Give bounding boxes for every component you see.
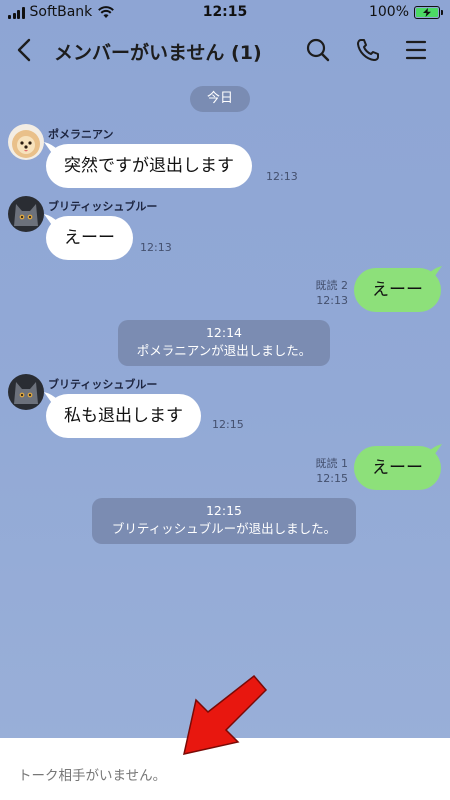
message-time: 12:15 <box>212 418 244 431</box>
avatar-british-blue[interactable] <box>8 374 44 410</box>
status-right: 100% <box>368 4 443 20</box>
annotation-arrow-icon <box>183 674 268 755</box>
system-message-time: 12:15 <box>205 503 243 518</box>
system-message: 12:15 ブリティッシュブルーが退出しました。 <box>92 498 356 544</box>
battery-icon <box>414 5 443 19</box>
cat-avatar-icon <box>8 196 44 232</box>
system-message-time: 12:14 <box>205 325 243 340</box>
phone-icon[interactable] <box>354 36 382 64</box>
message-time: 12:13 <box>140 241 172 254</box>
system-message-text: ポメラニアンが退出しました。 <box>136 343 312 358</box>
sender-name: ブリティッシュブルー <box>48 200 158 213</box>
system-message-text: ブリティッシュブルーが退出しました。 <box>111 521 337 536</box>
avatar-british-blue[interactable] <box>8 196 44 232</box>
message-bubble[interactable]: 突然ですが退出します <box>46 144 252 188</box>
chat-header: メンバーがいません (1) <box>0 26 450 74</box>
date-chip: 今日 <box>190 86 250 112</box>
message-time: 12:13 <box>316 294 348 307</box>
avatar-pomeranian[interactable] <box>8 124 44 160</box>
read-count: 既読 2 <box>315 279 349 292</box>
cat-avatar-icon <box>8 374 44 410</box>
sender-name: ブリティッシュブルー <box>48 378 158 391</box>
menu-icon[interactable] <box>402 36 430 64</box>
bubble-tail <box>428 444 442 458</box>
chat-title: メンバーがいません (1) <box>54 42 262 64</box>
back-icon[interactable] <box>12 36 36 64</box>
system-message: 12:14 ポメラニアンが退出しました。 <box>118 320 330 366</box>
bubble-tail <box>428 266 442 280</box>
message-time: 12:13 <box>266 170 298 183</box>
charging-bolt-icon <box>423 7 431 17</box>
message-time: 12:15 <box>316 472 348 485</box>
no-members-notice: トーク相手がいません。 <box>18 768 167 784</box>
battery-percent: 100% <box>368 4 409 20</box>
read-count: 既読 1 <box>315 457 349 470</box>
read-receipt: 既読 1 12:15 <box>300 456 349 486</box>
message-bubble[interactable]: 私も退出します <box>46 394 201 438</box>
search-icon[interactable] <box>304 36 332 64</box>
read-receipt: 既読 2 12:13 <box>300 278 349 308</box>
status-bar: SoftBank 12:15 100% <box>0 0 450 26</box>
pomeranian-avatar-icon <box>8 124 44 160</box>
sender-name: ポメラニアン <box>48 128 114 141</box>
message-bubble[interactable]: えーー <box>46 216 133 260</box>
